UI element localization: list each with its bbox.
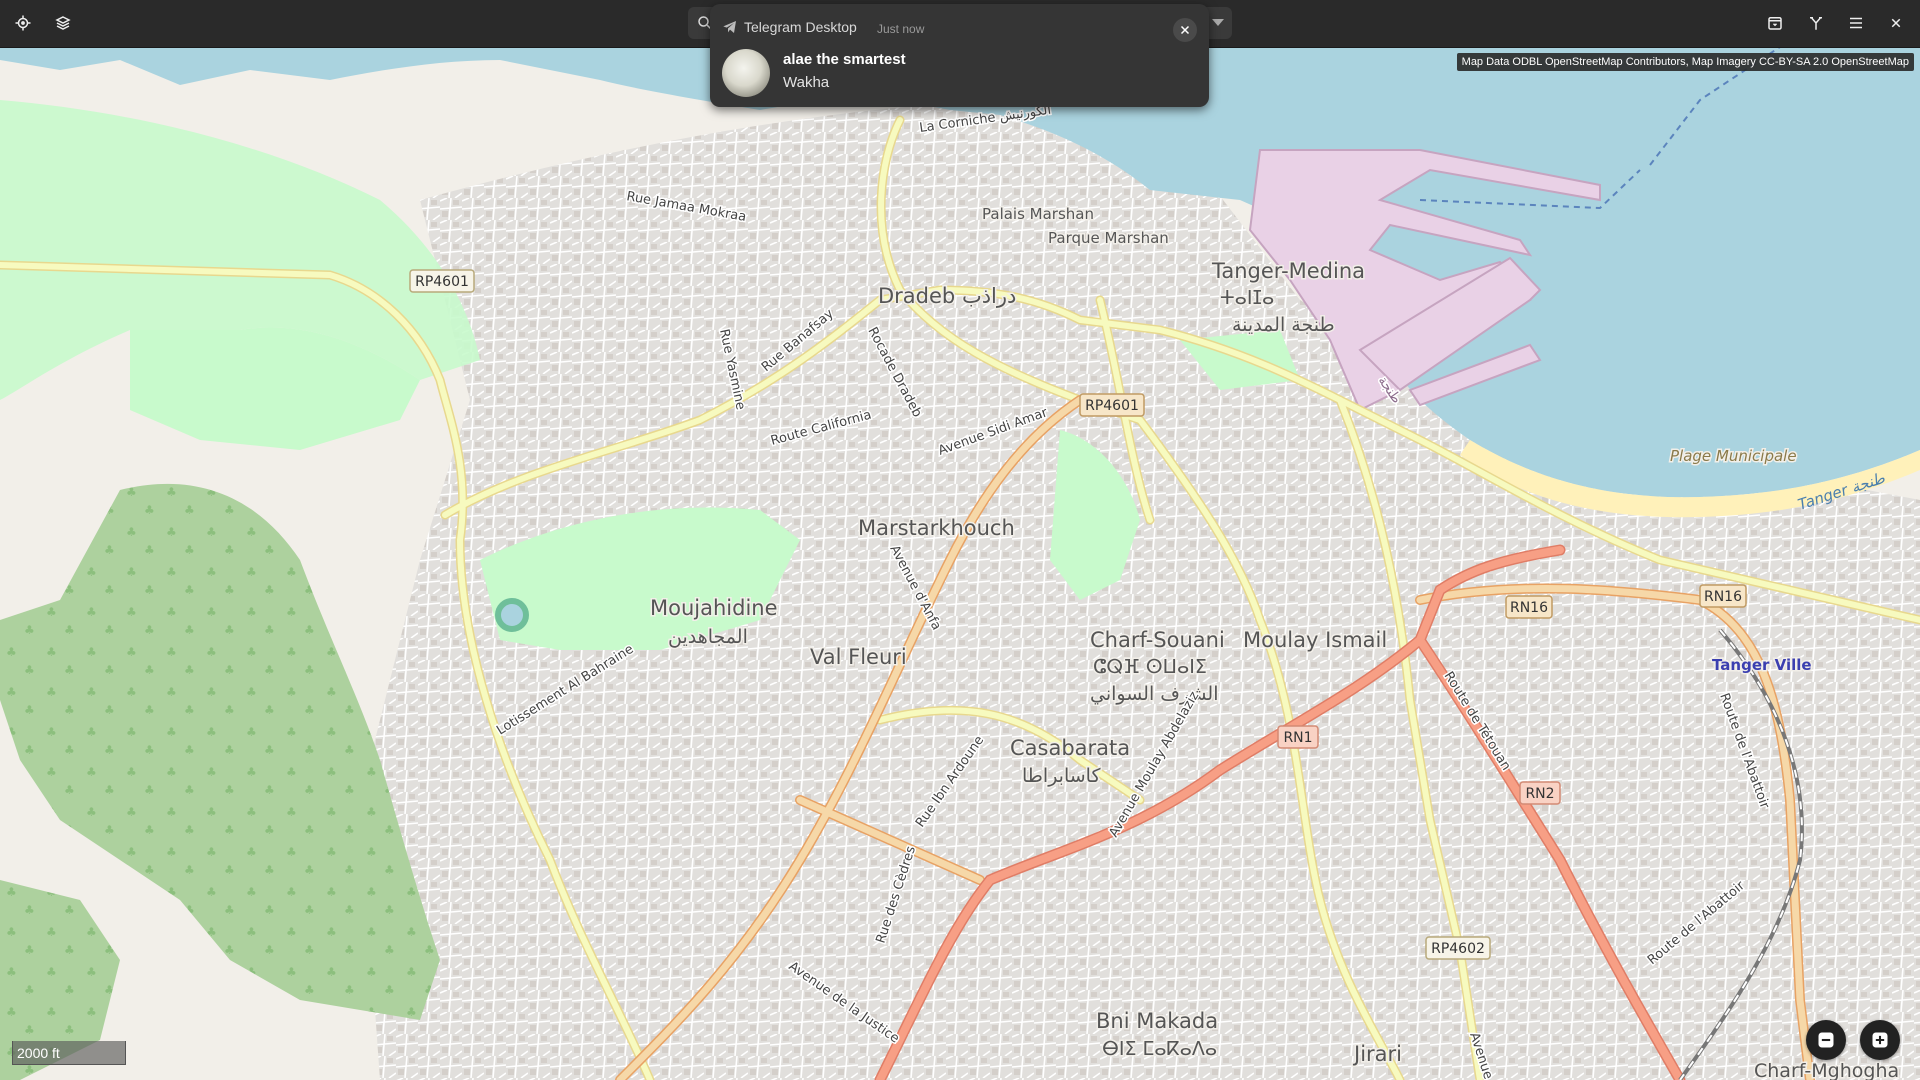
place-bni-makada-tifinagh: ⴱⵏⵉ ⵎⴰⴽⴰⴷⴰ	[1102, 1038, 1217, 1060]
telegram-icon	[723, 21, 736, 33]
plus-icon	[1872, 1032, 1888, 1048]
place-parque-marshan: Parque Marshan	[1048, 229, 1169, 247]
map-view[interactable]: ♣ ♣	[0, 47, 1920, 1080]
shield-rp4602: RP4602	[1425, 936, 1491, 960]
notification-message: Wakha	[783, 74, 830, 91]
chevron-down-icon[interactable]	[1212, 19, 1224, 26]
notification-close-button[interactable]	[1173, 18, 1197, 42]
svg-text:RN2: RN2	[1525, 786, 1554, 802]
directions-icon	[1810, 17, 1822, 30]
place-plage-municipale: Plage Municipale	[1670, 447, 1797, 465]
place-casabarata: Casabarata	[1010, 736, 1130, 760]
directions-button[interactable]	[1799, 6, 1833, 40]
pond	[495, 598, 529, 632]
maps-app: ♣ ♣	[0, 0, 1920, 1080]
notification-time: Just now	[877, 22, 925, 36]
place-tanger-medina-tifinagh: ⵜⴰⵏⵊⴰ	[1220, 287, 1274, 309]
shield-rp4601-a: RP4601	[409, 269, 475, 293]
place-casabarata-arabic: كاسابراطا	[1022, 765, 1101, 787]
close-icon	[1180, 25, 1190, 35]
place-tanger-medina-arabic: طنجة المدينة	[1232, 314, 1335, 336]
menu-icon	[1850, 17, 1862, 29]
svg-text:RN1: RN1	[1283, 730, 1312, 746]
shield-rn2: RN2	[1519, 781, 1561, 805]
layers-button[interactable]	[46, 6, 80, 40]
locate-button[interactable]	[6, 6, 40, 40]
svg-text:RN16: RN16	[1510, 600, 1548, 616]
shield-rp4601-b: RP4601	[1079, 393, 1145, 417]
place-moulay-ismail: Moulay Ismail	[1243, 628, 1387, 652]
place-jirari: Jirari	[1352, 1042, 1402, 1066]
place-tanger-medina: Tanger-Medina	[1211, 259, 1365, 283]
menu-button[interactable]	[1839, 6, 1873, 40]
window-close-button[interactable]	[1879, 6, 1913, 40]
zoom-in-button[interactable]	[1860, 1020, 1900, 1060]
svg-text:RN16: RN16	[1704, 589, 1742, 605]
shield-rn1: RN1	[1277, 725, 1319, 749]
station-label: Tanger Ville	[1711, 655, 1814, 676]
place-marstarkhouch: Marstarkhouch	[858, 516, 1015, 540]
layers-icon	[55, 16, 71, 30]
notification-sender: alae the smartest	[783, 51, 906, 68]
zoom-out-button[interactable]	[1806, 1020, 1846, 1060]
place-charf-souani: Charf-Souani	[1090, 628, 1225, 652]
favorites-icon	[1768, 17, 1782, 30]
minus-icon	[1818, 1032, 1834, 1048]
place-palais-marshan: Palais Marshan	[982, 205, 1094, 223]
svg-text:RP4602: RP4602	[1431, 941, 1485, 957]
map-canvas[interactable]: ♣ ♣	[0, 47, 1920, 1080]
shield-rn16-b: RN16	[1699, 584, 1747, 608]
place-moujahidine: Moujahidine	[650, 596, 778, 620]
favorites-button[interactable]	[1758, 6, 1792, 40]
place-charf-mghogha: Charf-Mghogha	[1754, 1060, 1899, 1080]
telegram-notification[interactable]: Telegram Desktop Just now alae the smart…	[710, 4, 1209, 107]
shield-rn16-a: RN16	[1505, 595, 1553, 619]
svg-text:RP4601: RP4601	[415, 274, 469, 290]
close-icon	[1891, 18, 1901, 28]
place-tanger-ville: Tanger Ville	[1712, 656, 1812, 674]
map-attribution: Map Data ODBL OpenStreetMap Contributors…	[1456, 53, 1914, 71]
notification-app-name: Telegram Desktop	[744, 19, 857, 35]
place-charf-souani-tifinagh: ⵛⵕⴼ ⵙⵡⴰⵏⵉ	[1093, 656, 1207, 678]
place-dradeb: Dradeb دراذب	[878, 284, 1016, 308]
place-moujahidine-arabic: المجاهدين	[668, 626, 748, 648]
place-val-fleuri: Val Fleuri	[810, 645, 907, 669]
locate-icon	[15, 15, 31, 31]
map-scale: 2000 ft	[12, 1041, 126, 1065]
svg-text:RP4601: RP4601	[1085, 398, 1139, 414]
place-bni-makada: Bni Makada	[1096, 1009, 1218, 1033]
avatar	[722, 49, 770, 97]
